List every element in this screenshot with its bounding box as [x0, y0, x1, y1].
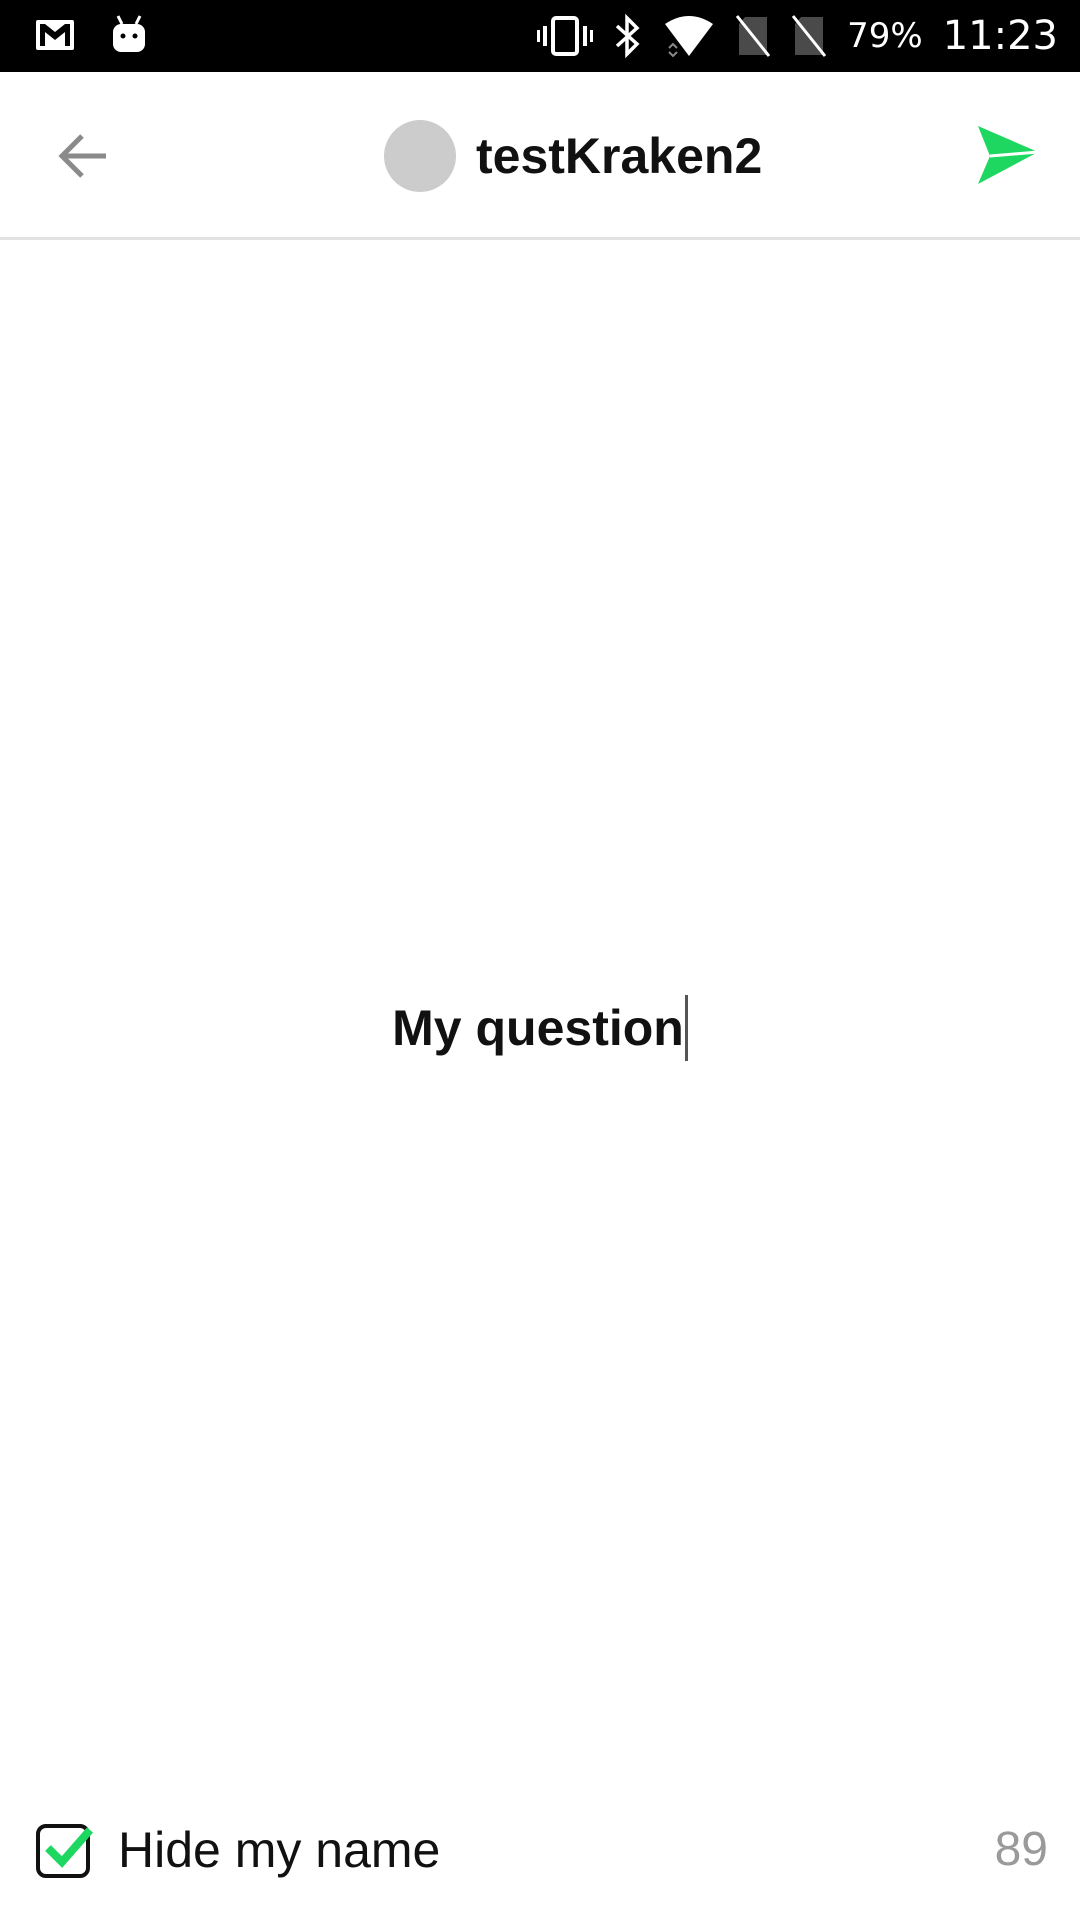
no-sim-icon [735, 15, 771, 57]
app-bar: testKraken2 [0, 72, 1080, 240]
android-icon [113, 15, 145, 52]
gmail-icon [36, 20, 74, 50]
vibrate-icon [537, 16, 594, 56]
arrow-left-icon [58, 134, 106, 178]
checkmark-icon [45, 1827, 94, 1868]
avatar [384, 120, 456, 192]
status-clock: 11:23 [942, 13, 1058, 59]
hide-name-checkbox[interactable] [36, 1824, 94, 1878]
send-icon [978, 126, 1039, 184]
bluetooth-icon [615, 13, 640, 59]
wifi-icon [665, 16, 714, 58]
question-area[interactable]: My question [0, 243, 1080, 1793]
status-left-icons [34, 14, 148, 56]
character-count: 89 [994, 1823, 1048, 1876]
battery-percent: 79% [847, 16, 923, 56]
question-text: My question [392, 1000, 684, 1056]
text-cursor [684, 994, 688, 1061]
page-title: testKraken2 [476, 128, 763, 184]
hide-name-label[interactable]: Hide my name [118, 1818, 440, 1882]
send-button[interactable] [972, 122, 1042, 192]
no-sim-icon [791, 15, 827, 57]
question-input[interactable]: My question [0, 993, 1080, 1063]
back-button[interactable] [52, 124, 116, 188]
status-bar: 79% 11:23 [0, 0, 1080, 72]
bottom-bar: Hide my name 89 [0, 1800, 1080, 1900]
status-right-icons: 79% 11:23 [537, 0, 1058, 72]
